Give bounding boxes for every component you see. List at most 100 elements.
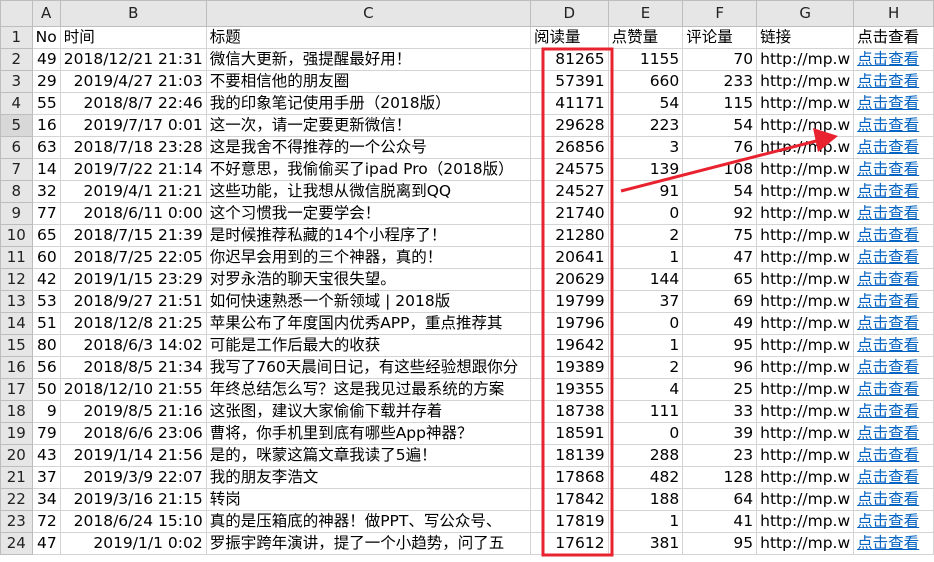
view-link[interactable]: 点击查看 — [853, 400, 934, 423]
title-cell[interactable]: 我写了760天晨间日记，有这些经验想跟你分 — [205, 356, 531, 379]
title-cell[interactable]: 不好意思，我偷偷买了ipad Pro（2018版） — [205, 158, 531, 181]
view-link[interactable]: 点击查看 — [853, 378, 934, 401]
like-count-cell[interactable]: 0 — [607, 422, 684, 445]
comment-count-cell[interactable]: 92 — [682, 202, 758, 225]
time-cell[interactable]: 2018/8/5 21:34 — [59, 356, 207, 379]
time-cell[interactable]: 2018/7/25 22:05 — [59, 246, 207, 269]
no-cell[interactable]: 60 — [31, 246, 61, 269]
no-cell[interactable]: 42 — [31, 268, 61, 291]
view-link[interactable]: 点击查看 — [853, 290, 934, 313]
row-header[interactable]: 24 — [0, 532, 33, 555]
row-header[interactable]: 20 — [0, 444, 33, 467]
header-cell[interactable]: 时间 — [59, 26, 207, 49]
read-count-cell[interactable]: 26856 — [529, 136, 609, 159]
view-link[interactable]: 点击查看 — [853, 158, 934, 181]
time-cell[interactable]: 2019/7/22 21:14 — [59, 158, 207, 181]
link-cell[interactable]: http://mp.w — [756, 422, 855, 445]
read-count-cell[interactable]: 19355 — [529, 378, 609, 401]
column-header-b[interactable]: B — [59, 0, 207, 27]
title-cell[interactable]: 对罗永浩的聊天宝很失望。 — [205, 268, 531, 291]
row-header[interactable]: 17 — [0, 378, 33, 401]
link-cell[interactable]: http://mp.w — [756, 114, 855, 137]
read-count-cell[interactable]: 20641 — [529, 246, 609, 269]
like-count-cell[interactable]: 4 — [607, 378, 684, 401]
time-cell[interactable]: 2018/12/21 21:31 — [59, 48, 207, 71]
no-cell[interactable]: 14 — [31, 158, 61, 181]
like-count-cell[interactable]: 139 — [607, 158, 684, 181]
comment-count-cell[interactable]: 96 — [682, 356, 758, 379]
row-header[interactable]: 18 — [0, 400, 33, 423]
row-header[interactable]: 3 — [0, 70, 33, 93]
no-cell[interactable]: 16 — [31, 114, 61, 137]
comment-count-cell[interactable]: 233 — [682, 70, 758, 93]
link-cell[interactable]: http://mp.w — [756, 378, 855, 401]
like-count-cell[interactable]: 3 — [607, 136, 684, 159]
title-cell[interactable]: 转岗 — [205, 488, 531, 511]
like-count-cell[interactable]: 91 — [607, 180, 684, 203]
link-cell[interactable]: http://mp.w — [756, 136, 855, 159]
time-cell[interactable]: 2018/12/10 21:55 — [59, 378, 207, 401]
read-count-cell[interactable]: 17842 — [529, 488, 609, 511]
like-count-cell[interactable]: 223 — [607, 114, 684, 137]
time-cell[interactable]: 2019/3/16 21:15 — [59, 488, 207, 511]
row-header[interactable]: 7 — [0, 158, 33, 181]
read-count-cell[interactable]: 57391 — [529, 70, 609, 93]
title-cell[interactable]: 这个习惯我一定要学会！ — [205, 202, 531, 225]
row-header[interactable]: 5 — [0, 114, 33, 137]
comment-count-cell[interactable]: 128 — [682, 466, 758, 489]
row-header[interactable]: 19 — [0, 422, 33, 445]
like-count-cell[interactable]: 660 — [607, 70, 684, 93]
view-link[interactable]: 点击查看 — [853, 48, 934, 71]
time-cell[interactable]: 2019/4/1 21:21 — [59, 180, 207, 203]
row-header[interactable]: 15 — [0, 334, 33, 357]
read-count-cell[interactable]: 21740 — [529, 202, 609, 225]
link-cell[interactable]: http://mp.w — [756, 92, 855, 115]
no-cell[interactable]: 56 — [31, 356, 61, 379]
row-header[interactable]: 21 — [0, 466, 33, 489]
link-cell[interactable]: http://mp.w — [756, 268, 855, 291]
link-cell[interactable]: http://mp.w — [756, 400, 855, 423]
comment-count-cell[interactable]: 95 — [682, 334, 758, 357]
title-cell[interactable]: 我的印象笔记使用手册（2018版） — [205, 92, 531, 115]
select-all-corner[interactable] — [0, 0, 33, 27]
read-count-cell[interactable]: 18738 — [529, 400, 609, 423]
header-cell[interactable]: 点赞量 — [607, 26, 684, 49]
row-header[interactable]: 22 — [0, 488, 33, 511]
title-cell[interactable]: 我的朋友李浩文 — [205, 466, 531, 489]
like-count-cell[interactable]: 2 — [607, 356, 684, 379]
view-link[interactable]: 点击查看 — [853, 114, 934, 137]
time-cell[interactable]: 2018/7/18 23:28 — [59, 136, 207, 159]
view-link[interactable]: 点击查看 — [853, 224, 934, 247]
view-link[interactable]: 点击查看 — [853, 70, 934, 93]
row-header[interactable]: 9 — [0, 202, 33, 225]
title-cell[interactable]: 是时候推荐私藏的14个小程序了！ — [205, 224, 531, 247]
comment-count-cell[interactable]: 54 — [682, 180, 758, 203]
like-count-cell[interactable]: 2 — [607, 224, 684, 247]
read-count-cell[interactable]: 21280 — [529, 224, 609, 247]
link-cell[interactable]: http://mp.w — [756, 466, 855, 489]
like-count-cell[interactable]: 0 — [607, 312, 684, 335]
row-header[interactable]: 10 — [0, 224, 33, 247]
title-cell[interactable]: 罗振宇跨年演讲，提了一个小趋势，问了五 — [205, 532, 531, 555]
title-cell[interactable]: 曹将，你手机里到底有哪些App神器？ — [205, 422, 531, 445]
column-header-e[interactable]: E — [607, 0, 684, 27]
no-cell[interactable]: 65 — [31, 224, 61, 247]
link-cell[interactable]: http://mp.w — [756, 290, 855, 313]
comment-count-cell[interactable]: 49 — [682, 312, 758, 335]
row-header[interactable]: 1 — [0, 26, 33, 49]
read-count-cell[interactable]: 41171 — [529, 92, 609, 115]
read-count-cell[interactable]: 29628 — [529, 114, 609, 137]
no-cell[interactable]: 9 — [31, 400, 61, 423]
comment-count-cell[interactable]: 23 — [682, 444, 758, 467]
time-cell[interactable]: 2018/7/15 21:39 — [59, 224, 207, 247]
header-cell[interactable]: 标题 — [205, 26, 531, 49]
no-cell[interactable]: 79 — [31, 422, 61, 445]
comment-count-cell[interactable]: 69 — [682, 290, 758, 313]
view-link[interactable]: 点击查看 — [853, 466, 934, 489]
no-cell[interactable]: 49 — [31, 48, 61, 71]
read-count-cell[interactable]: 24575 — [529, 158, 609, 181]
time-cell[interactable]: 2018/6/24 15:10 — [59, 510, 207, 533]
title-cell[interactable]: 可能是工作后最大的收获 — [205, 334, 531, 357]
no-cell[interactable]: 77 — [31, 202, 61, 225]
view-link[interactable]: 点击查看 — [853, 356, 934, 379]
